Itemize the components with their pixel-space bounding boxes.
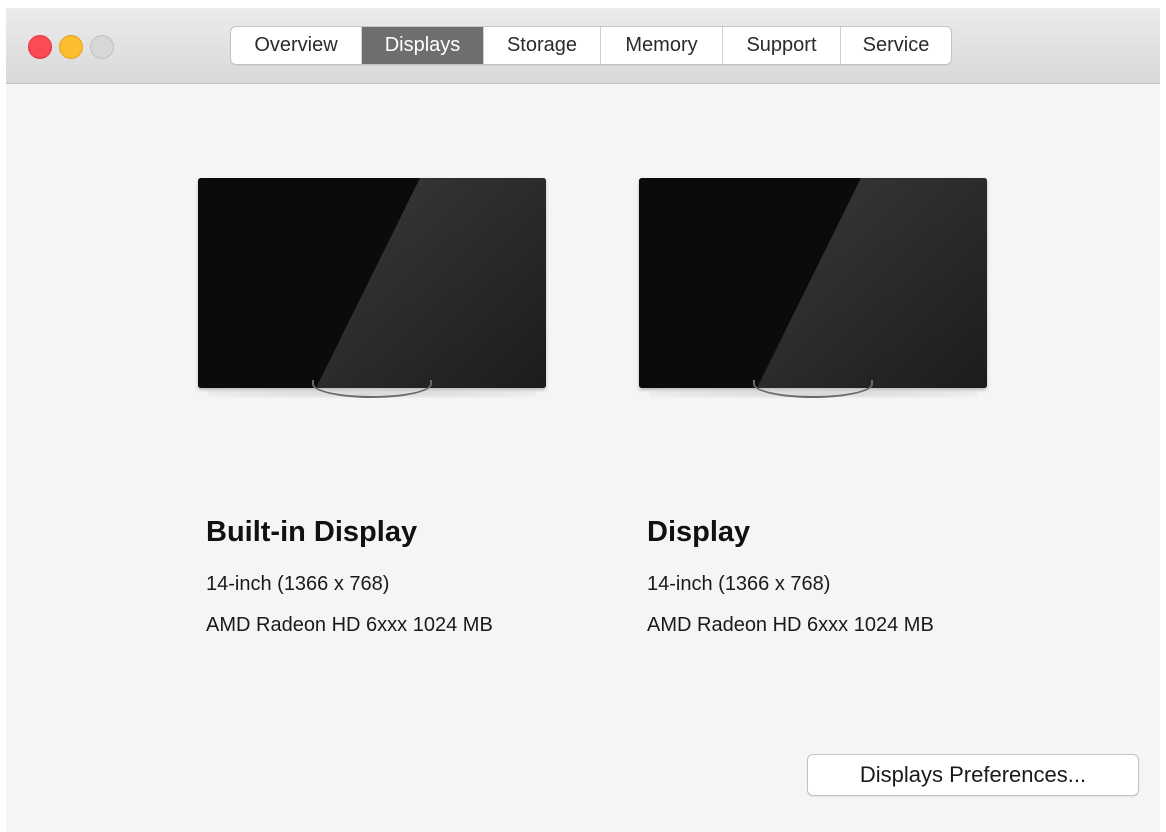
display-card-external: Display 14-inch (1366 x 768) AMD Radeon …: [637, 178, 989, 636]
display-card-builtin: Built-in Display 14-inch (1366 x 768) AM…: [196, 178, 548, 636]
tab-overview[interactable]: Overview: [231, 27, 362, 64]
display-size: 14-inch (1366 x 768): [206, 573, 390, 595]
about-this-mac-window: Overview Displays Storage Memory Support…: [6, 8, 1160, 832]
tab-memory[interactable]: Memory: [601, 27, 723, 64]
display-name: Built-in Display: [206, 516, 418, 548]
screen-reflection: [639, 178, 987, 388]
monitor-icon: [198, 178, 546, 398]
zoom-window-button[interactable]: [90, 35, 114, 59]
display-graphics: AMD Radeon HD 6xxx 1024 MB: [206, 614, 493, 636]
minimize-window-button[interactable]: [59, 35, 83, 59]
display-graphics: AMD Radeon HD 6xxx 1024 MB: [647, 614, 934, 636]
monitor-screen: [198, 178, 546, 388]
tab-support[interactable]: Support: [723, 27, 841, 64]
tab-displays[interactable]: Displays: [362, 27, 484, 64]
display-size: 14-inch (1366 x 768): [647, 573, 831, 595]
screen-reflection: [198, 178, 546, 388]
monitor-icon: [639, 178, 987, 398]
displays-preferences-button[interactable]: Displays Preferences...: [807, 754, 1139, 796]
monitor-screen: [639, 178, 987, 388]
tab-bar: Overview Displays Storage Memory Support…: [230, 26, 952, 65]
tab-service[interactable]: Service: [841, 27, 951, 64]
display-name: Display: [647, 516, 751, 548]
title-bar: Overview Displays Storage Memory Support…: [6, 8, 1160, 84]
tab-storage[interactable]: Storage: [484, 27, 601, 64]
close-window-button[interactable]: [28, 35, 52, 59]
